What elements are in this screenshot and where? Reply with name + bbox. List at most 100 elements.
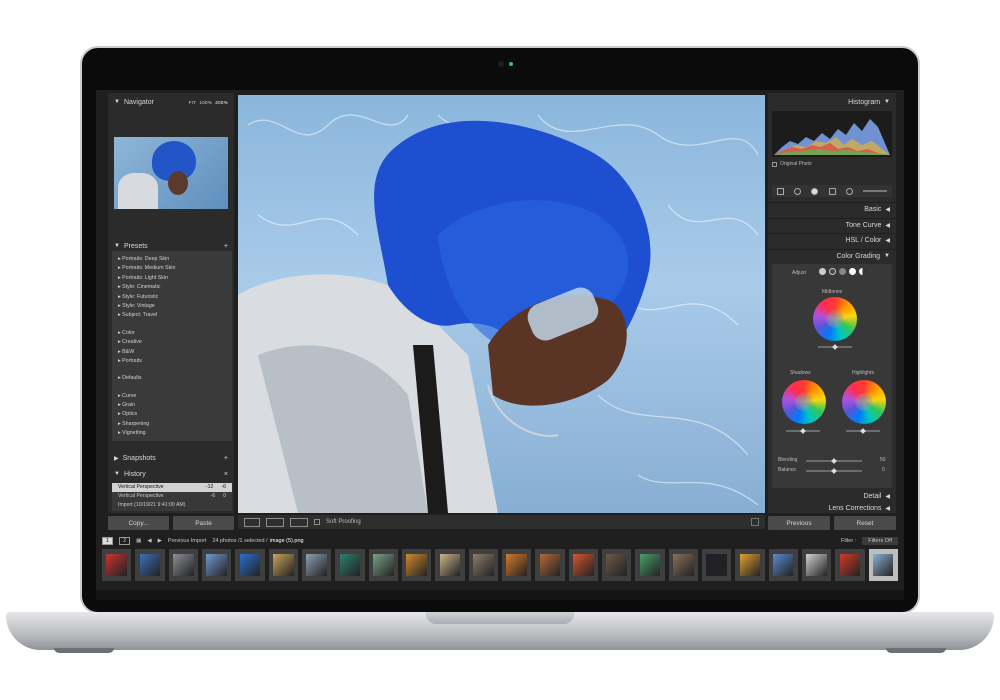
history-row[interactable]: Vertical Perspective -12 -6: [112, 483, 232, 492]
preset-item[interactable]: ▸ B&W: [118, 348, 226, 357]
preset-item[interactable]: ▸ Style: Cinematic: [118, 283, 226, 292]
history-header[interactable]: ▼ History ×: [108, 467, 234, 481]
filmstrip-thumbnail[interactable]: [635, 549, 665, 581]
toolbar-menu-icon[interactable]: [751, 518, 759, 526]
filmstrip-thumbnail[interactable]: [368, 549, 398, 581]
spot-removal-icon[interactable]: [794, 187, 802, 195]
slider-knob-icon[interactable]: [831, 468, 837, 474]
section-header-hsl-color[interactable]: HSL / Color ◀: [768, 233, 896, 247]
three-way-icon[interactable]: [819, 268, 826, 275]
clear-history-icon[interactable]: ×: [224, 471, 228, 478]
preset-item[interactable]: ▸ Portraits: Deep Skin: [118, 255, 226, 264]
filmstrip-thumbnail[interactable]: [568, 549, 598, 581]
snapshots-header[interactable]: ▶ Snapshots +: [108, 451, 234, 465]
filmstrip-thumbnail[interactable]: [868, 549, 898, 581]
filmstrip-thumbnail[interactable]: [801, 549, 832, 581]
graduated-filter-icon[interactable]: [845, 187, 853, 195]
midtones-color-wheel[interactable]: [813, 297, 857, 341]
slider-knob-icon[interactable]: [860, 428, 866, 434]
masking-icon[interactable]: [828, 187, 836, 195]
filmstrip-thumbnail[interactable]: [335, 549, 365, 581]
filmstrip-thumbnail[interactable]: [168, 549, 198, 581]
preset-item[interactable]: ▸ Color: [118, 329, 226, 338]
filmstrip-thumbnail[interactable]: [102, 549, 132, 581]
preset-item[interactable]: ▸ Curve: [118, 392, 226, 401]
original-photo-toggle[interactable]: Original Photo: [772, 161, 812, 167]
zoom-100[interactable]: 100%: [199, 100, 212, 105]
section-header-basic[interactable]: Basic ◀: [768, 202, 896, 216]
detail-header[interactable]: Detail ◀: [768, 489, 896, 503]
midtones-slider[interactable]: [818, 344, 852, 350]
filmstrip-thumbnail[interactable]: [701, 549, 732, 581]
section-header-color-grading[interactable]: Color Grading ▼: [768, 248, 896, 263]
blending-slider[interactable]: [806, 458, 862, 464]
compare-view-icon[interactable]: [290, 517, 308, 527]
filmstrip-thumbnail[interactable]: [401, 549, 432, 581]
page-2-button[interactable]: 2: [119, 537, 131, 545]
preset-item[interactable]: ▸ Portraits: Medium Skin: [118, 264, 226, 273]
red-eye-icon[interactable]: [811, 187, 819, 195]
preset-item[interactable]: ▸ Style: Futuristic: [118, 293, 226, 302]
preset-item[interactable]: ▸ Creative: [118, 338, 226, 347]
highlights-slider[interactable]: [846, 428, 880, 434]
filmstrip-thumbnail[interactable]: [735, 549, 765, 581]
preset-item[interactable]: ▸ Vignetting: [118, 429, 226, 438]
crop-tool-icon[interactable]: [777, 187, 785, 195]
zoom-200[interactable]: 200%: [215, 100, 228, 105]
navigator-preview[interactable]: [114, 137, 228, 209]
filmstrip-thumbnail[interactable]: [268, 549, 298, 581]
histogram-header[interactable]: Histogram ▼: [768, 95, 896, 109]
filmstrip-thumbnail[interactable]: [835, 549, 865, 581]
preset-item[interactable]: ▸ Grain: [118, 401, 226, 410]
lens-corrections-header[interactable]: Lens Corrections ◀: [768, 503, 896, 513]
preset-item[interactable]: ▸ Portraits: Light Skin: [118, 274, 226, 283]
preset-item[interactable]: ▸ Optics: [118, 410, 226, 419]
add-snapshot-icon[interactable]: +: [224, 455, 228, 462]
zoom-fit[interactable]: FIT: [189, 100, 197, 105]
filmstrip-thumbnail[interactable]: [501, 549, 532, 581]
shadows-color-wheel[interactable]: [782, 380, 826, 424]
loupe-view-icon[interactable]: [244, 517, 260, 527]
filmstrip-thumbnail[interactable]: [468, 549, 498, 581]
add-preset-icon[interactable]: +: [224, 243, 228, 250]
shadows-slider[interactable]: [786, 428, 820, 434]
tool-slider[interactable]: [862, 190, 887, 192]
slider-knob-icon[interactable]: [831, 458, 837, 464]
filter-dropdown[interactable]: Filters Off: [862, 537, 898, 545]
preset-item[interactable]: ▸ Sharpening: [118, 420, 226, 429]
previous-button[interactable]: Previous: [768, 516, 830, 530]
shadows-mode-icon[interactable]: [829, 268, 836, 275]
filmstrip-thumbnail[interactable]: [201, 549, 232, 581]
main-photo[interactable]: [238, 95, 765, 513]
before-after-icon[interactable]: [266, 517, 284, 527]
filmstrip-source[interactable]: Previous Import: [168, 538, 207, 544]
forward-arrow-icon[interactable]: ▶: [158, 538, 162, 544]
copy-button[interactable]: Copy...: [108, 516, 169, 530]
original-photo-checkbox[interactable]: [772, 161, 777, 167]
filmstrip-thumbnail[interactable]: [301, 549, 332, 581]
highlights-mode-icon[interactable]: [849, 268, 856, 275]
navigator-header[interactable]: ▼ Navigator FIT 100% 200%: [108, 95, 234, 109]
preset-item[interactable]: ▸ Style: Vintage: [118, 302, 226, 311]
page-1-button[interactable]: 1: [102, 537, 114, 545]
filmstrip-thumbnail[interactable]: [535, 549, 565, 581]
slider-knob-icon[interactable]: [832, 344, 838, 350]
back-arrow-icon[interactable]: ◀: [147, 538, 151, 544]
filmstrip-thumbnail[interactable]: [235, 549, 265, 581]
filmstrip-thumbnail[interactable]: [768, 549, 798, 581]
filmstrip-filename[interactable]: image (5).png: [270, 538, 304, 544]
filmstrip-thumbnail[interactable]: [668, 549, 698, 581]
preset-item[interactable]: ▸ Portraits: [118, 357, 226, 366]
filmstrip-thumbnail[interactable]: [601, 549, 632, 581]
history-row[interactable]: Vertical Perspective -6 0: [112, 492, 232, 501]
reset-button[interactable]: Reset: [834, 516, 896, 530]
section-header-tone-curve[interactable]: Tone Curve ◀: [768, 217, 896, 232]
preset-item[interactable]: ▸ Defaults: [118, 374, 226, 383]
filmstrip-scrollbar[interactable]: [96, 590, 904, 600]
balance-slider[interactable]: [806, 468, 862, 474]
midtones-mode-icon[interactable]: [839, 268, 846, 275]
history-row[interactable]: Import (10/19/21 9:41:00 AM): [112, 501, 232, 510]
filmstrip-thumbnail[interactable]: [435, 549, 465, 581]
highlights-color-wheel[interactable]: [842, 380, 886, 424]
navigator-zoom-options[interactable]: FIT 100% 200%: [189, 100, 228, 105]
